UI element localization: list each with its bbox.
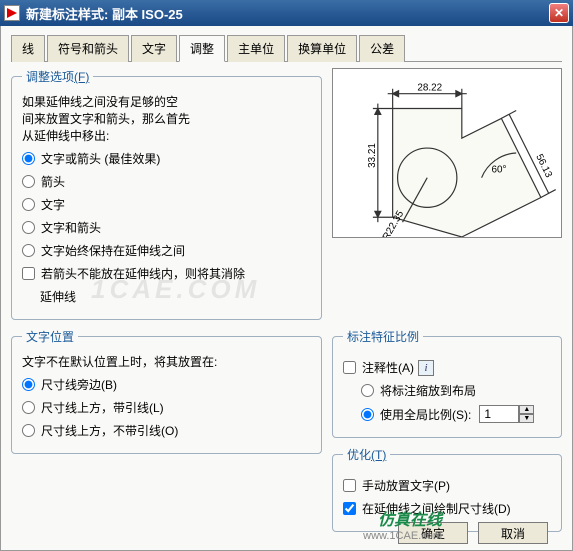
- manual-text-label: 手动放置文字(P): [362, 477, 450, 494]
- text-placement-intro: 文字不在默认位置上时，将其放置在:: [22, 353, 311, 370]
- dialog-body: 线 符号和箭头 文字 调整 主单位 换算单位 公差 调整选项(F) 如果延伸线之…: [0, 26, 573, 551]
- preview-angle: 60°: [491, 165, 506, 176]
- fit-radio-text-or-arrows[interactable]: [22, 152, 35, 165]
- manual-text-check[interactable]: [343, 479, 356, 492]
- preview-radius: R22.35: [381, 209, 407, 237]
- fit-radio-label-4: 文字和箭头: [41, 219, 101, 236]
- tab-fit[interactable]: 调整: [179, 35, 225, 62]
- text-placement-group: 文字位置 文字不在默认位置上时，将其放置在: 尺寸线旁边(B) 尺寸线上方，带引…: [11, 328, 322, 454]
- tab-lines[interactable]: 线: [11, 35, 45, 62]
- fit-radio-arrows[interactable]: [22, 175, 35, 188]
- dialog-buttons: 确定 取消: [398, 522, 548, 544]
- tab-primary-units[interactable]: 主单位: [227, 35, 285, 62]
- ok-button[interactable]: 确定: [398, 522, 468, 544]
- app-icon: [4, 5, 20, 21]
- fit-check-label-2: 延伸线: [40, 288, 76, 305]
- textpos-label-3: 尺寸线上方，不带引线(O): [41, 422, 178, 439]
- annotative-check[interactable]: [343, 361, 356, 374]
- window-title: 新建标注样式: 副本 ISO-25: [26, 4, 549, 23]
- tab-tolerance[interactable]: 公差: [359, 35, 405, 62]
- fit-options-group: 调整选项(F) 如果延伸线之间没有足够的空 间来放置文字和箭头，那么首先 从延伸…: [11, 68, 322, 320]
- fit-radio-label-1: 文字或箭头 (最佳效果): [41, 150, 160, 167]
- fit-suppress-arrows-check[interactable]: [22, 267, 35, 280]
- textpos-radio-over-noleader[interactable]: [22, 424, 35, 437]
- scale-radio-overall[interactable]: [361, 408, 374, 421]
- scale-spinner: ▲▼: [479, 405, 534, 423]
- annotative-label: 注释性(A): [362, 359, 414, 376]
- tab-alt-units[interactable]: 换算单位: [287, 35, 357, 62]
- scale-group: 标注特征比例 注释性(A)i 将标注缩放到布局 使用全局比例(S): ▲▼: [332, 328, 562, 438]
- fit-radio-both[interactable]: [22, 221, 35, 234]
- fit-options-legend: 调整选项(F): [22, 68, 93, 85]
- fit-radio-always-inside[interactable]: [22, 244, 35, 257]
- cancel-button[interactable]: 取消: [478, 522, 548, 544]
- textpos-radio-over-leader[interactable]: [22, 401, 35, 414]
- fit-radio-label-3: 文字: [41, 196, 65, 213]
- preview-dim-top: 28.22: [417, 83, 442, 94]
- fit-intro-3: 从延伸线中移出:: [22, 127, 311, 144]
- preview-dim-left: 33.21: [367, 143, 378, 168]
- optimize-legend: 优化(T): [343, 446, 390, 463]
- draw-dimline-label: 在延伸线之间绘制尺寸线(D): [362, 500, 511, 517]
- scale-input[interactable]: [479, 405, 519, 423]
- preview-dim-diag: 56.13: [533, 152, 554, 179]
- text-placement-legend: 文字位置: [22, 328, 78, 345]
- scale-label-1: 将标注缩放到布局: [380, 382, 476, 399]
- close-icon[interactable]: ✕: [549, 3, 569, 23]
- fit-check-label: 若箭头不能放在延伸线内，则将其消除: [41, 265, 245, 282]
- spin-up-icon[interactable]: ▲: [519, 405, 534, 414]
- spin-down-icon[interactable]: ▼: [519, 414, 534, 423]
- draw-dimline-check[interactable]: [343, 502, 356, 515]
- scale-radio-layout[interactable]: [361, 384, 374, 397]
- info-icon[interactable]: i: [418, 360, 434, 376]
- fit-radio-label-5: 文字始终保持在延伸线之间: [41, 242, 185, 259]
- title-bar: 新建标注样式: 副本 ISO-25 ✕: [0, 0, 573, 26]
- textpos-radio-beside[interactable]: [22, 378, 35, 391]
- scale-legend: 标注特征比例: [343, 328, 423, 345]
- fit-radio-text[interactable]: [22, 198, 35, 211]
- tab-strip: 线 符号和箭头 文字 调整 主单位 换算单位 公差: [11, 34, 562, 62]
- fit-radio-label-2: 箭头: [41, 173, 65, 190]
- textpos-label-2: 尺寸线上方，带引线(L): [41, 399, 164, 416]
- fit-intro-1: 如果延伸线之间没有足够的空: [22, 93, 311, 110]
- textpos-label-1: 尺寸线旁边(B): [41, 376, 117, 393]
- dimension-preview: 28.22 33.21 56.13 60° R22.35: [332, 68, 562, 238]
- tab-symbols[interactable]: 符号和箭头: [47, 35, 129, 62]
- tab-text[interactable]: 文字: [131, 35, 177, 62]
- optimize-group: 优化(T) 手动放置文字(P) 在延伸线之间绘制尺寸线(D): [332, 446, 562, 532]
- scale-label-2: 使用全局比例(S):: [380, 406, 471, 423]
- fit-intro-2: 间来放置文字和箭头，那么首先: [22, 110, 311, 127]
